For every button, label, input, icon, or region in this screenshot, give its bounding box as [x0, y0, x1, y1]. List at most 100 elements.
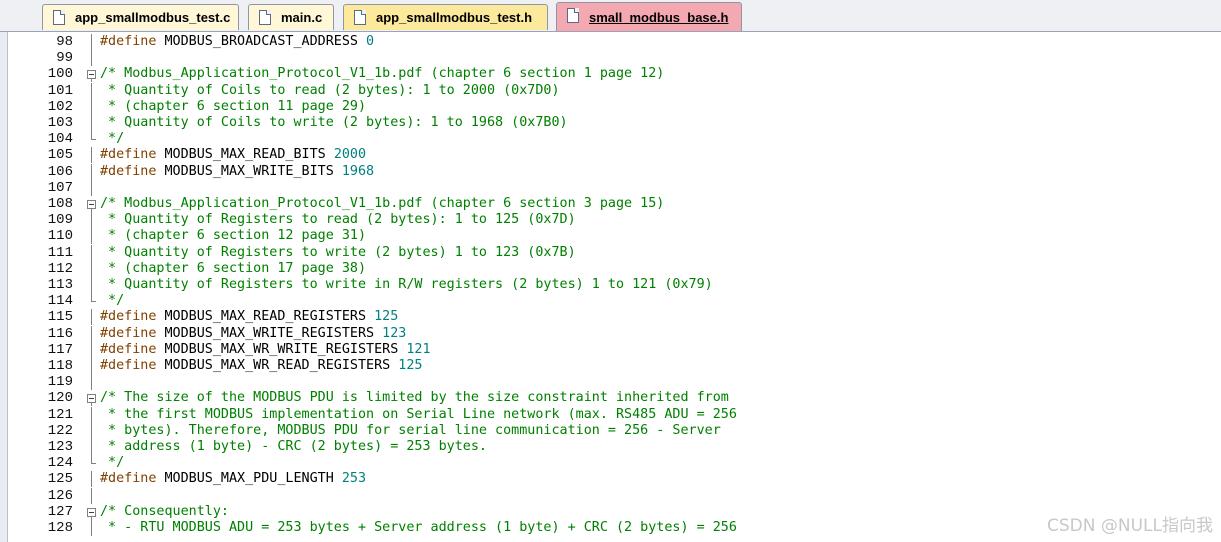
code-text[interactable]: * Quantity of Registers to write (2 byte… [100, 245, 576, 261]
code-line[interactable]: 120 /* The size of the MODBUS PDU is limi… [9, 390, 1221, 407]
code-line[interactable]: 122 * bytes). Therefore, MODBUS PDU for … [9, 422, 1221, 439]
code-line[interactable]: 117 #define MODBUS_MAX_WR_WRITE_REGISTERS… [9, 341, 1221, 358]
code-text[interactable]: /* Modbus_Application_Protocol_V1_1b.pdf… [100, 66, 664, 82]
code-text[interactable]: #define MODBUS_MAX_PDU_LENGTH 253 [100, 471, 366, 487]
code-line[interactable]: 118 #define MODBUS_MAX_WR_READ_REGISTERS … [9, 358, 1221, 374]
code-text[interactable]: */ [100, 131, 124, 147]
fold-guide-line [85, 325, 98, 342]
code-text[interactable]: */ [100, 293, 124, 309]
code-text[interactable]: * - RTU MODBUS ADU = 253 bytes + Server … [100, 520, 737, 536]
code-text[interactable]: /* Consequently: [100, 504, 229, 520]
code-line[interactable]: 101 * Quantity of Coils to read (2 bytes… [9, 82, 1221, 99]
fold-guide-line [85, 487, 98, 504]
fold-guide-line [85, 244, 98, 261]
code-text[interactable]: * (chapter 6 section 12 page 31) [100, 228, 366, 244]
code-text[interactable]: #define MODBUS_MAX_WR_WRITE_REGISTERS 12… [100, 342, 431, 358]
code-text[interactable]: /* Modbus_Application_Protocol_V1_1b.pdf… [100, 196, 664, 212]
fold-guide-line [85, 147, 98, 164]
code-editor[interactable]: 98 #define MODBUS_BROADCAST_ADDRESS 0 99 10… [9, 33, 1221, 542]
line-number: 102 [47, 98, 73, 115]
code-text[interactable]: * Quantity of Coils to read (2 bytes): 1… [100, 83, 559, 99]
code-line[interactable]: 126 [9, 487, 1221, 504]
fold-guide-line [85, 115, 98, 131]
code-line[interactable]: 105 #define MODBUS_MAX_READ_BITS 2000 [9, 147, 1221, 164]
code-text[interactable]: #define MODBUS_MAX_READ_BITS 2000 [100, 147, 366, 163]
collapse-box-icon[interactable] [87, 394, 96, 404]
code-text[interactable]: * address (1 byte) - CRC (2 bytes) = 253… [100, 439, 487, 455]
line-number: 99 [56, 50, 73, 67]
code-line[interactable]: 115 #define MODBUS_MAX_READ_REGISTERS 125 [9, 309, 1221, 326]
fold-toggle-icon[interactable] [85, 390, 98, 407]
line-number: 107 [47, 179, 73, 196]
line-number: 121 [47, 406, 73, 423]
fold-guide-line [85, 82, 98, 99]
code-line[interactable]: 99 [9, 50, 1221, 67]
file-icon [259, 10, 271, 25]
code-line[interactable]: 121 * the first MODBUS implementation on… [9, 406, 1221, 423]
code-text[interactable]: #define MODBUS_MAX_WR_READ_REGISTERS 125 [100, 358, 422, 374]
code-line[interactable]: 106 #define MODBUS_MAX_WRITE_BITS 1968 [9, 163, 1221, 180]
code-line[interactable]: 116 #define MODBUS_MAX_WRITE_REGISTERS 12… [9, 325, 1221, 342]
fold-guide-line [85, 277, 98, 293]
code-text[interactable]: * Quantity of Registers to write in R/W … [100, 277, 713, 293]
fold-toggle-icon[interactable] [85, 196, 98, 212]
file-icon [567, 8, 579, 23]
code-line[interactable]: 100 /* Modbus_Application_Protocol_V1_1b.… [9, 66, 1221, 83]
code-line[interactable]: 113 * Quantity of Registers to write in … [9, 277, 1221, 293]
code-line[interactable]: 109 * Quantity of Registers to read (2 b… [9, 212, 1221, 229]
code-text[interactable]: #define MODBUS_MAX_WRITE_BITS 1968 [100, 164, 374, 180]
code-text[interactable]: * (chapter 6 section 17 page 38) [100, 261, 366, 277]
line-number: 98 [56, 34, 73, 50]
code-line[interactable]: 119 [9, 374, 1221, 391]
tab-app-smallmodbus-test-h[interactable]: app_smallmodbus_test.h [343, 4, 548, 30]
code-line[interactable]: 102 * (chapter 6 section 11 page 29) [9, 98, 1221, 115]
line-number: 112 [47, 260, 73, 277]
watermark: CSDN @NULL指向我 [1047, 516, 1213, 536]
code-text[interactable]: #define MODBUS_MAX_READ_REGISTERS 125 [100, 309, 398, 325]
code-line[interactable]: 128 * - RTU MODBUS ADU = 253 bytes + Ser… [9, 520, 1221, 536]
code-line[interactable]: 110 * (chapter 6 section 12 page 31) [9, 228, 1221, 245]
editor-left-border [0, 32, 8, 542]
line-number: 116 [47, 325, 73, 342]
code-line[interactable]: 112 * (chapter 6 section 17 page 38) [9, 260, 1221, 277]
collapse-box-icon[interactable] [87, 507, 96, 517]
code-text[interactable]: #define MODBUS_BROADCAST_ADDRESS 0 [100, 34, 374, 50]
collapse-box-icon[interactable] [87, 200, 96, 209]
code-line[interactable]: 111 * Quantity of Registers to write (2 … [9, 244, 1221, 261]
fold-guide-line [85, 228, 98, 245]
line-number: 111 [47, 244, 73, 261]
collapse-box-icon[interactable] [87, 70, 96, 80]
code-line[interactable]: 127 /* Consequently: [9, 504, 1221, 520]
code-text[interactable]: #define MODBUS_MAX_WRITE_REGISTERS 123 [100, 326, 406, 342]
fold-guide-line [85, 358, 98, 374]
code-text[interactable]: /* The size of the MODBUS PDU is limited… [100, 390, 729, 406]
line-number: 113 [47, 277, 73, 293]
line-number: 106 [47, 163, 73, 180]
code-text[interactable]: */ [100, 455, 124, 471]
fold-toggle-icon[interactable] [85, 504, 98, 520]
code-line[interactable]: 98 #define MODBUS_BROADCAST_ADDRESS 0 [9, 34, 1221, 50]
tab-main-c[interactable]: main.c [248, 4, 334, 30]
code-line[interactable]: 114 */ [9, 293, 1221, 309]
code-line[interactable]: 104 */ [9, 131, 1221, 147]
fold-toggle-icon[interactable] [85, 66, 98, 83]
tab-small-modbus-base-h[interactable]: small_modbus_base.h [556, 2, 742, 31]
code-line[interactable]: 124 */ [9, 455, 1221, 471]
line-number: 125 [47, 471, 73, 488]
fold-guide-line [85, 98, 98, 115]
code-line[interactable]: 125 #define MODBUS_MAX_PDU_LENGTH 253 [9, 471, 1221, 488]
code-text[interactable]: * bytes). Therefore, MODBUS PDU for seri… [100, 423, 721, 439]
fold-guide-line [85, 341, 98, 358]
code-text[interactable]: * Quantity of Registers to read (2 bytes… [100, 212, 576, 228]
fold-guide-line [85, 260, 98, 277]
code-text[interactable]: * Quantity of Coils to write (2 bytes): … [100, 115, 568, 131]
line-number: 117 [47, 341, 73, 358]
code-line[interactable]: 103 * Quantity of Coils to write (2 byte… [9, 115, 1221, 131]
code-line[interactable]: 107 [9, 179, 1221, 196]
tab-app-smallmodbus-test-c[interactable]: app_smallmodbus_test.c [42, 4, 239, 30]
code-line[interactable]: 123 * address (1 byte) - CRC (2 bytes) =… [9, 439, 1221, 455]
code-text[interactable]: * the first MODBUS implementation on Ser… [100, 407, 737, 423]
code-text[interactable]: * (chapter 6 section 11 page 29) [100, 99, 366, 115]
tab-label: small_modbus_base.h [589, 10, 729, 25]
code-line[interactable]: 108 /* Modbus_Application_Protocol_V1_1b.… [9, 196, 1221, 212]
